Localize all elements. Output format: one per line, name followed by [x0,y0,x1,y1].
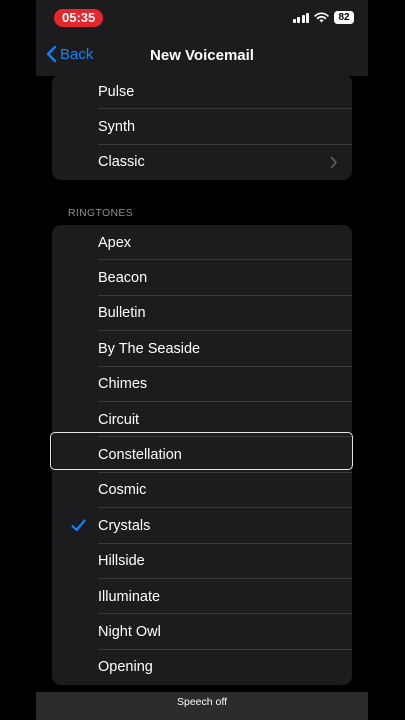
ringtone-label: Opening [98,659,153,676]
tone-label: Pulse [98,83,135,100]
chevron-right-icon [330,156,337,169]
ringtone-item-constellation[interactable]: Constellation [52,437,352,474]
ringtone-label: Crystals [98,517,151,534]
ringtone-label: Chimes [98,376,148,393]
ringtone-item-illuminate[interactable]: Illuminate [52,579,352,615]
speech-caption-text: Speech off [176,696,227,708]
ringtone-label: Night Owl [98,623,161,640]
speech-caption-bar: Speech off [36,692,368,720]
ringtone-label: Illuminate [98,588,161,605]
ringtone-label: Beacon [98,270,148,287]
status-icons: 82 [292,11,354,24]
cellular-signal-icon [292,12,309,23]
wifi-icon [314,12,329,23]
navigation-bar: Back New Voicemail [36,36,368,76]
ringtone-item-bulletin[interactable]: Bulletin [52,296,352,332]
alert-tones-list: Pulse Synth Classic [52,74,352,181]
section-header-ringtones: RINGTONES [68,207,133,219]
ringtone-item-beacon[interactable]: Beacon [52,260,352,297]
ringtone-item-chimes[interactable]: Chimes [52,367,352,403]
tone-item-pulse[interactable]: Pulse [52,74,352,110]
ringtone-label: By The Seaside [98,340,201,357]
status-time[interactable]: 05:35 [54,9,104,27]
ringtone-item-crystals[interactable]: Crystals [52,508,352,544]
ringtones-list: Apex Beacon Bulletin By The Seaside Chim… [52,225,352,686]
ringtone-item-opening[interactable]: Opening [52,650,352,685]
phone-screen: 05:35 82 Back New Voicemail Pulse Synth … [36,0,368,720]
ringtone-label: Cosmic [98,482,147,499]
ringtone-label: Constellation [98,447,182,464]
ringtone-label: Hillside [98,553,145,570]
ringtone-label: Circuit [98,411,140,428]
tone-label: Classic [98,154,145,171]
page-title: New Voicemail [150,47,254,64]
tone-item-synth[interactable]: Synth [52,109,352,146]
ringtone-label: Bulletin [98,305,146,322]
battery-icon: 82 [334,11,354,24]
tone-label: Synth [98,119,136,136]
ringtone-label: Apex [98,234,132,251]
tone-item-classic[interactable]: Classic [52,145,352,180]
ringtone-item-cosmic[interactable]: Cosmic [52,473,352,509]
ringtone-item-by-the-seaside[interactable]: By The Seaside [52,331,352,367]
checkmark-icon [71,519,86,532]
status-bar: 05:35 82 [36,0,368,36]
ringtone-item-apex[interactable]: Apex [52,225,352,261]
ringtone-item-night-owl[interactable]: Night Owl [52,614,352,651]
ringtone-item-circuit[interactable]: Circuit [52,402,352,438]
ringtone-item-hillside[interactable]: Hillside [52,544,352,580]
